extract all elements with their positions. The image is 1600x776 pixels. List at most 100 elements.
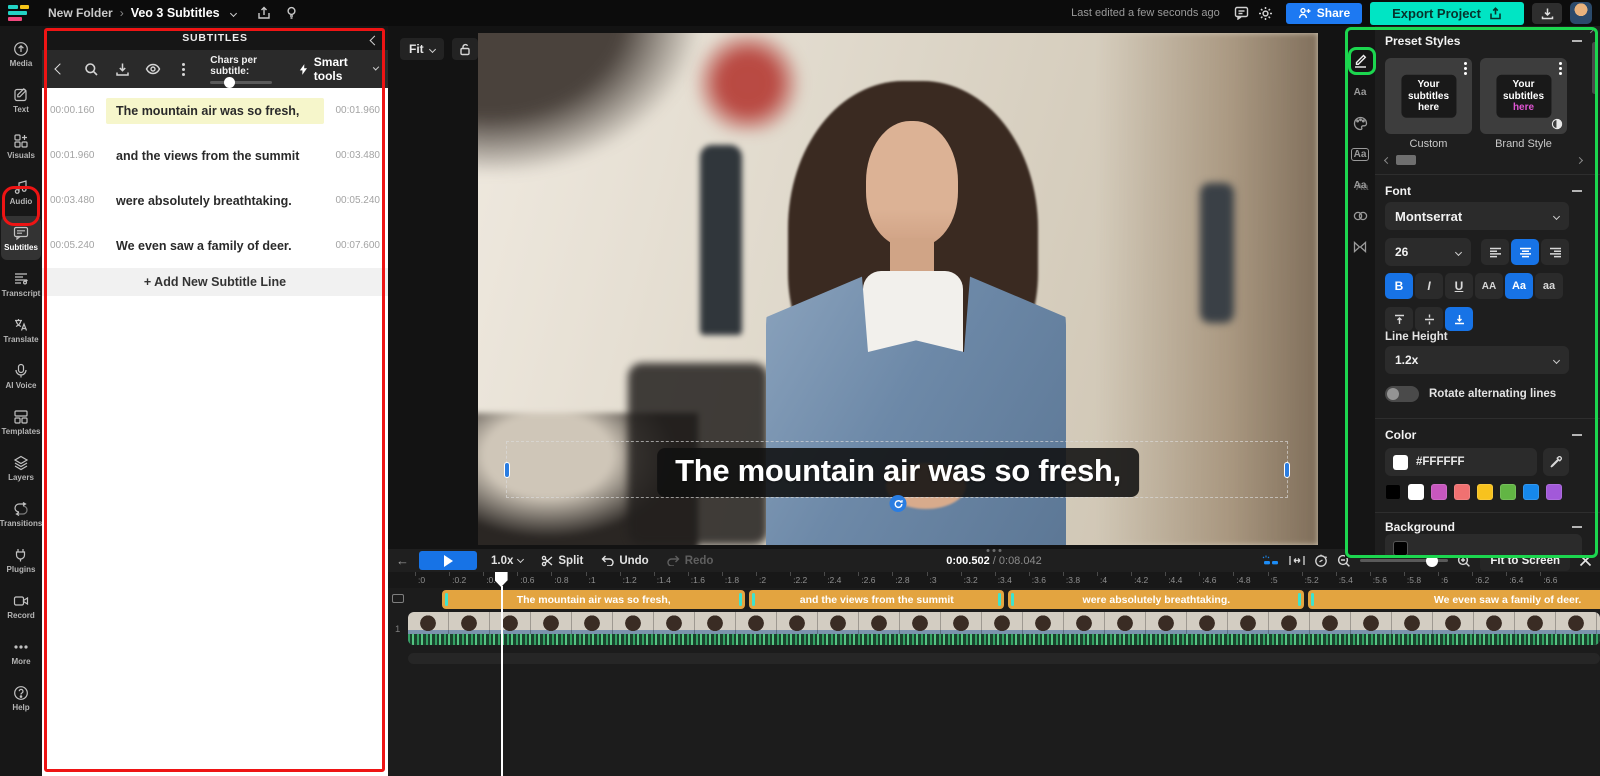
canvas-fit-dropdown[interactable]: Fit: [400, 38, 444, 60]
subtitle-text[interactable]: and the views from the summit: [106, 143, 324, 169]
comments-icon[interactable]: [1230, 2, 1254, 24]
subtitle-timeline-block[interactable]: were absolutely breathtaking.: [1008, 590, 1304, 609]
timeline-horizontal-scrollbar[interactable]: [408, 653, 1600, 664]
smart-tools-button[interactable]: Smart tools: [299, 55, 378, 83]
panel-scrollbar[interactable]: [1591, 28, 1598, 556]
color-swatch-c757be[interactable]: [1431, 484, 1447, 500]
collapse-panel-icon[interactable]: [371, 31, 378, 49]
playback-timer-icon[interactable]: [1314, 554, 1328, 568]
subtitle-timeline-block[interactable]: We even saw a family of deer.: [1308, 590, 1600, 609]
subtitle-text[interactable]: were absolutely breathtaking.: [106, 188, 324, 214]
timeline-resize-handle[interactable]: [993, 549, 996, 552]
play-button[interactable]: [419, 551, 477, 570]
video-track-filmstrip[interactable]: [408, 612, 1600, 645]
breadcrumb-project-title[interactable]: Veo 3 Subtitles: [131, 6, 220, 20]
font-family-select[interactable]: Montserrat: [1385, 202, 1569, 230]
collapse-color-section-icon[interactable]: [1572, 434, 1582, 436]
back-icon[interactable]: [52, 59, 69, 79]
share-export-icon[interactable]: [252, 2, 276, 24]
project-menu-chevron-icon[interactable]: [222, 2, 246, 24]
video-frame[interactable]: The mountain air was so fresh,: [478, 33, 1318, 545]
color-swatch-f07171[interactable]: [1454, 484, 1470, 500]
preset-card-menu-icon[interactable]: [1464, 62, 1467, 65]
undo-button[interactable]: Undo: [597, 553, 652, 569]
caption-resize-handle-right[interactable]: [1284, 462, 1290, 478]
edit-style-tab-icon[interactable]: [1349, 50, 1371, 72]
settings-gear-icon[interactable]: [1254, 2, 1278, 24]
subtitle-timeline-block[interactable]: and the views from the summit: [749, 590, 1004, 609]
align-left-button[interactable]: [1481, 239, 1509, 265]
sidebar-item-translate[interactable]: Translate: [1, 308, 41, 352]
outline-tab-icon[interactable]: Aa: [1349, 143, 1371, 165]
timeline-zoom-slider[interactable]: [1360, 559, 1448, 562]
timeline-back-arrow-icon[interactable]: ←: [396, 553, 409, 568]
italic-button[interactable]: I: [1415, 273, 1443, 299]
sidebar-item-layers[interactable]: Layers: [1, 446, 41, 490]
sidebar-item-audio[interactable]: Audio: [1, 170, 41, 214]
line-height-select[interactable]: 1.2x: [1385, 346, 1569, 374]
color-swatch-a259d9[interactable]: [1546, 484, 1562, 500]
preset-card-custom[interactable]: Your subtitles here: [1385, 58, 1472, 134]
subtitle-row[interactable]: 00:03.480were absolutely breathtaking.00…: [42, 178, 388, 223]
uppercase-button[interactable]: AA: [1475, 273, 1503, 299]
sidebar-item-subtitles[interactable]: Subtitles: [1, 216, 41, 260]
download-subtitles-icon[interactable]: [114, 59, 131, 79]
capitalize-button[interactable]: Aa: [1505, 273, 1533, 299]
panel-scroll-up-icon[interactable]: [1590, 29, 1597, 36]
color-tab-icon[interactable]: [1349, 112, 1371, 134]
color-swatch-ffffff[interactable]: [1408, 484, 1424, 500]
user-avatar[interactable]: [1570, 2, 1592, 24]
sidebar-item-help[interactable]: Help: [1, 676, 41, 720]
collapse-font-section-icon[interactable]: [1572, 190, 1582, 192]
panel-scroll-thumb[interactable]: [1592, 42, 1597, 94]
subtitle-track-toggle-icon[interactable]: [1262, 555, 1280, 567]
preset-carousel-scrollbar[interactable]: [1385, 154, 1582, 166]
sidebar-item-transitions[interactable]: Transitions: [1, 492, 41, 536]
sidebar-item-plugins[interactable]: Plugins: [1, 538, 41, 582]
fit-timeline-icon[interactable]: [1289, 555, 1305, 566]
subtitle-row[interactable]: 00:00.160The mountain air was so fresh,0…: [42, 88, 388, 133]
align-center-button[interactable]: [1511, 239, 1539, 265]
preset-scroll-right-icon[interactable]: [1576, 156, 1583, 163]
subtitle-row[interactable]: 00:05.240We even saw a family of deer.00…: [42, 223, 388, 268]
collapse-preset-styles-icon[interactable]: [1572, 40, 1582, 42]
vertical-align-bottom-button[interactable]: [1445, 307, 1473, 331]
sidebar-item-visuals[interactable]: Visuals: [1, 124, 41, 168]
preset-card-brand[interactable]: Your subtitles here: [1480, 58, 1567, 134]
visibility-eye-icon[interactable]: [145, 59, 162, 79]
subtitle-text[interactable]: We even saw a family of deer.: [106, 233, 324, 259]
download-button[interactable]: [1532, 3, 1562, 24]
split-button[interactable]: Split: [537, 553, 587, 569]
rotate-alternating-toggle[interactable]: [1385, 386, 1419, 402]
background-color-field[interactable]: [1385, 534, 1582, 558]
sidebar-item-ai-voice[interactable]: AI Voice: [1, 354, 41, 398]
link-tab-icon[interactable]: [1349, 205, 1371, 227]
animation-tab-icon[interactable]: [1349, 236, 1371, 258]
color-swatch-000000[interactable]: [1385, 484, 1401, 500]
subtitle-timeline-block[interactable]: The mountain air was so fresh,: [442, 590, 745, 609]
align-right-button[interactable]: [1541, 239, 1569, 265]
sidebar-item-transcript[interactable]: Transcript: [1, 262, 41, 306]
caption-rotate-handle[interactable]: [890, 495, 907, 512]
export-project-button[interactable]: Export Project: [1370, 2, 1524, 25]
sidebar-item-more[interactable]: More: [1, 630, 41, 674]
vertical-align-top-button[interactable]: [1385, 307, 1413, 331]
color-swatch-62b544[interactable]: [1500, 484, 1516, 500]
preset-card-menu-icon[interactable]: [1559, 62, 1562, 65]
chars-per-subtitle-slider[interactable]: [210, 81, 272, 84]
bold-button[interactable]: B: [1385, 273, 1413, 299]
sidebar-item-templates[interactable]: Templates: [1, 400, 41, 444]
preset-scroll-left-icon[interactable]: [1384, 156, 1391, 163]
share-button[interactable]: Share: [1286, 3, 1362, 24]
sidebar-item-media[interactable]: Media: [1, 32, 41, 76]
canvas-lock-icon[interactable]: [452, 38, 478, 60]
preset-scroll-thumb[interactable]: [1396, 155, 1416, 165]
search-icon[interactable]: [83, 59, 100, 79]
vertical-align-middle-button[interactable]: [1415, 307, 1443, 331]
font-size-select[interactable]: 26: [1385, 238, 1471, 266]
subtitle-text[interactable]: The mountain air was so fresh,: [106, 98, 324, 124]
collapse-background-section-icon[interactable]: [1572, 526, 1582, 528]
more-options-kebab-icon[interactable]: [175, 59, 192, 79]
video-caption[interactable]: The mountain air was so fresh,: [657, 448, 1139, 497]
color-swatch-f7c21e[interactable]: [1477, 484, 1493, 500]
